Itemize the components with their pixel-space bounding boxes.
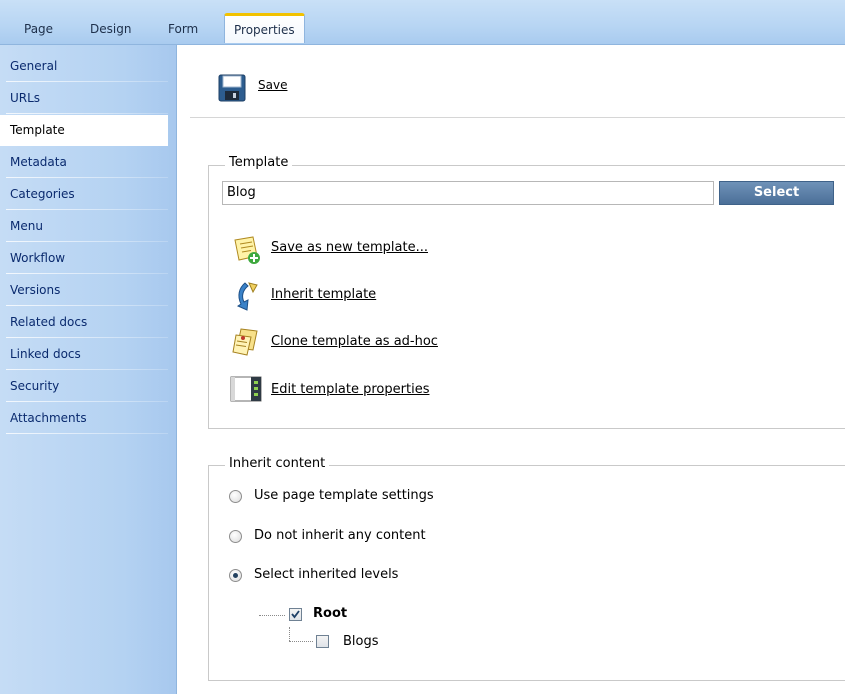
inherit-template-icon[interactable] xyxy=(231,280,263,312)
edit-template-properties-link[interactable]: Edit template properties xyxy=(271,382,429,397)
inherit-content-legend: Inherit content xyxy=(225,456,330,471)
radio-label-do-not-inherit: Do not inherit any content xyxy=(254,528,426,543)
tab-design[interactable]: Design xyxy=(90,18,131,40)
radio-label-select-inherited-levels: Select inherited levels xyxy=(254,567,399,582)
tab-page[interactable]: Page xyxy=(24,18,53,40)
edit-template-properties-icon[interactable] xyxy=(230,374,262,406)
sidebar-item-versions[interactable]: Versions xyxy=(0,275,168,306)
template-name-field[interactable]: Blog xyxy=(222,181,714,205)
tree-connector xyxy=(289,641,313,643)
sidebar-item-metadata[interactable]: Metadata xyxy=(0,147,168,178)
sidebar-item-template[interactable]: Template xyxy=(0,115,168,146)
clone-template-icon[interactable] xyxy=(231,326,263,358)
radio-use-page-template[interactable] xyxy=(229,490,242,503)
tree-label-blogs: Blogs xyxy=(343,634,379,649)
sidebar-item-attachments[interactable]: Attachments xyxy=(0,403,168,434)
sidebar: General URLs Template Metadata Categorie… xyxy=(0,45,177,694)
tree-connector xyxy=(259,615,285,617)
tab-bar: Page Design Form Properties xyxy=(0,0,845,45)
sidebar-item-general[interactable]: General xyxy=(0,51,168,82)
save-as-new-template-icon[interactable] xyxy=(231,234,263,266)
radio-do-not-inherit[interactable] xyxy=(229,530,242,543)
sidebar-item-security[interactable]: Security xyxy=(0,371,168,402)
save-as-new-template-link[interactable]: Save as new template... xyxy=(271,240,428,255)
sidebar-item-menu[interactable]: Menu xyxy=(0,211,168,242)
tree-label-root: Root xyxy=(313,606,348,621)
floppy-disk-icon[interactable] xyxy=(218,74,246,102)
toolbar-divider xyxy=(190,117,845,118)
template-legend: Template xyxy=(225,155,293,170)
tree-connector xyxy=(289,627,291,641)
tree-checkbox-root[interactable] xyxy=(289,608,302,621)
select-template-button[interactable]: Select xyxy=(719,181,834,205)
sidebar-item-urls[interactable]: URLs xyxy=(0,83,168,114)
tab-form[interactable]: Form xyxy=(168,18,198,40)
sidebar-item-related-docs[interactable]: Related docs xyxy=(0,307,168,338)
save-button[interactable]: Save xyxy=(258,78,287,92)
sidebar-item-workflow[interactable]: Workflow xyxy=(0,243,168,274)
sidebar-item-categories[interactable]: Categories xyxy=(0,179,168,210)
tab-properties[interactable]: Properties xyxy=(224,13,305,43)
sidebar-item-linked-docs[interactable]: Linked docs xyxy=(0,339,168,370)
radio-label-use-page-template: Use page template settings xyxy=(254,488,434,503)
inherit-template-link[interactable]: Inherit template xyxy=(271,287,376,302)
clone-template-link[interactable]: Clone template as ad-hoc xyxy=(271,334,438,349)
radio-select-inherited-levels[interactable] xyxy=(229,569,242,582)
tree-checkbox-blogs[interactable] xyxy=(316,635,329,648)
